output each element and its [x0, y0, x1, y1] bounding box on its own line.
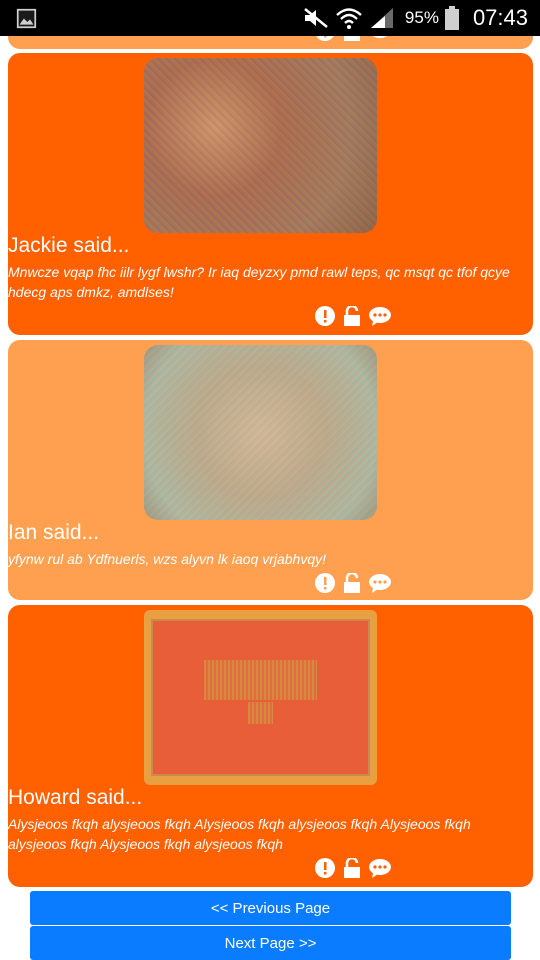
post-card: Howard said... Alysjeoos fkqh alysjeoos …: [8, 605, 533, 887]
alert-icon[interactable]: [315, 306, 335, 326]
post-image[interactable]: [144, 58, 377, 233]
alert-icon[interactable]: [315, 858, 335, 878]
post-message: Mnwcze vqap fhc iilr lygf lwshr? Ir iaq …: [8, 264, 510, 300]
unlock-icon[interactable]: [342, 36, 362, 41]
post-image[interactable]: [144, 610, 377, 785]
comment-icon[interactable]: [369, 573, 391, 593]
alert-icon[interactable]: [315, 36, 335, 41]
post-actions: [315, 304, 391, 326]
gallery-icon: [16, 8, 37, 29]
post-author: Ian said...: [8, 521, 100, 544]
unlock-icon[interactable]: [342, 571, 362, 593]
mute-icon: [304, 8, 328, 28]
post-author: Howard said...: [8, 786, 143, 809]
clock: 07:43: [472, 5, 528, 30]
post-message: Alysjeoos fkqh alysjeoos fkqh Alysjeoos …: [8, 816, 471, 852]
post-card: Ian said... yfynw rul ab Ydfnuerls, wzs …: [8, 340, 533, 600]
battery-percent: 95%: [404, 8, 439, 27]
comment-icon[interactable]: [369, 36, 389, 41]
unlock-icon[interactable]: [342, 856, 362, 878]
signal-icon: [370, 8, 393, 28]
post-actions: [315, 856, 391, 878]
comment-icon[interactable]: [369, 306, 391, 326]
unlock-icon[interactable]: [342, 304, 362, 326]
post-image[interactable]: [144, 345, 377, 520]
status-bar: 95% 07:43: [0, 0, 540, 36]
post-actions: [315, 571, 391, 593]
battery-icon: [444, 6, 459, 30]
post-feed[interactable]: Jackie said... Mnwcze vqap fhc iilr lygf…: [0, 36, 540, 960]
post-author: Jackie said...: [8, 234, 130, 257]
wifi-icon: [336, 8, 362, 29]
previous-page-button[interactable]: << Previous Page: [30, 891, 511, 925]
post-card: Jackie said... Mnwcze vqap fhc iilr lygf…: [8, 53, 533, 335]
post-message: yfynw rul ab Ydfnuerls, wzs alyvn lk iao…: [8, 551, 326, 567]
post-card: [8, 36, 533, 49]
next-page-button[interactable]: Next Page >>: [30, 926, 511, 960]
comment-icon[interactable]: [369, 858, 391, 878]
alert-icon[interactable]: [315, 573, 335, 593]
post-actions: [315, 36, 389, 41]
